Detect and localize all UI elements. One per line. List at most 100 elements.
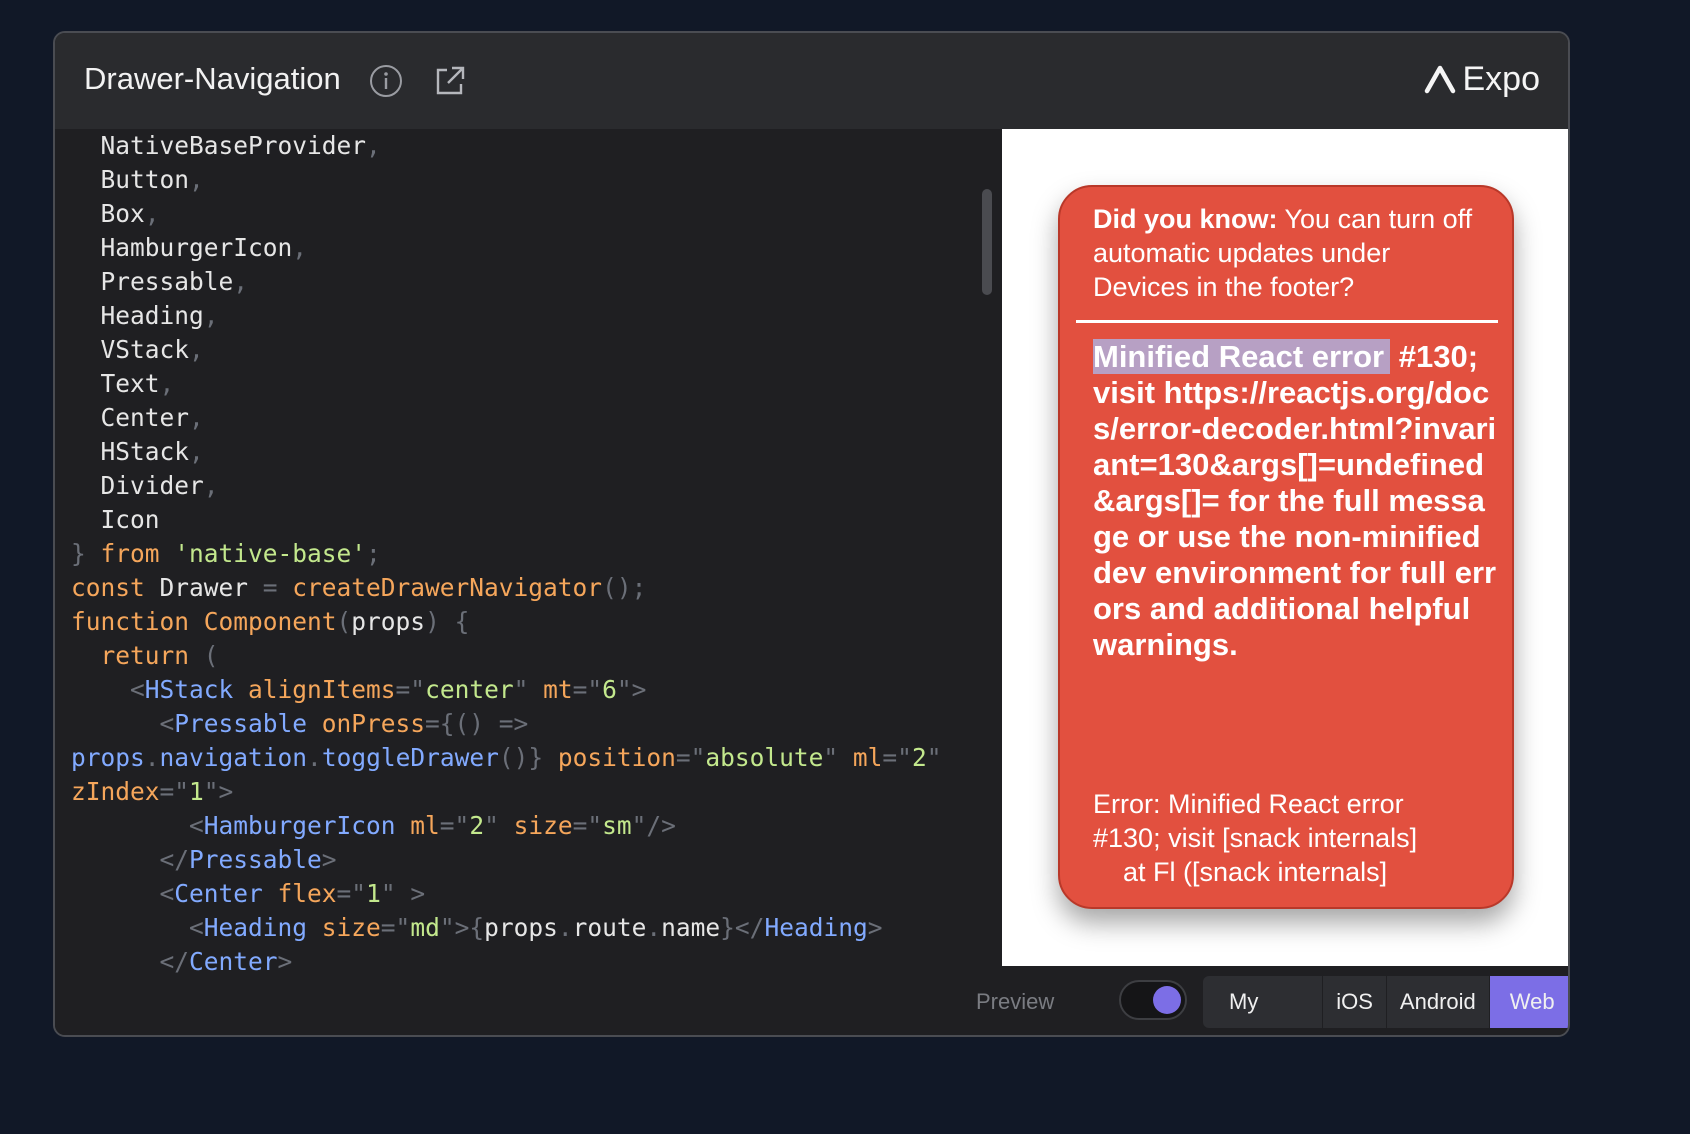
error-message: Minified React error #130; visit https:/… (1093, 339, 1498, 663)
code-token: Center (174, 879, 278, 908)
code-token: HStack (71, 437, 190, 466)
code-token: flex (277, 879, 337, 908)
code-token: HamburgerIcon (71, 233, 293, 262)
code-line[interactable]: Center, (71, 401, 941, 435)
preview-toggle[interactable] (1119, 980, 1187, 1020)
code-line[interactable]: HamburgerIcon, (71, 231, 941, 265)
code-line[interactable]: props.navigation.toggleDrawer()} positio… (71, 741, 941, 775)
code-token: createDrawerNavigator (292, 573, 603, 602)
code-line[interactable]: <HamburgerIcon ml="2" size="sm"/> (71, 809, 941, 843)
code-line[interactable]: Text, (71, 367, 941, 401)
code-token: =" (395, 675, 426, 704)
code-line[interactable]: function Component(props) { (71, 605, 941, 639)
code-line[interactable]: </Pressable> (71, 843, 941, 877)
code-line[interactable]: } from 'native-base'; (71, 537, 941, 571)
code-token: > (277, 947, 293, 976)
code-token: , (189, 437, 204, 466)
code-token: Pressable (189, 845, 322, 874)
code-token: 6 (602, 675, 617, 704)
platform-web[interactable]: Web (1489, 976, 1568, 1028)
code-token: < (71, 811, 204, 840)
code-token: name (661, 913, 721, 942)
code-token: absolute (705, 743, 824, 772)
code-line[interactable]: zIndex="1"> (71, 775, 941, 809)
code-line[interactable]: Box, (71, 197, 941, 231)
code-line[interactable]: const Drawer = createDrawerNavigator(); (71, 571, 941, 605)
code-token: " (513, 675, 544, 704)
code-token: HamburgerIcon (203, 811, 411, 840)
open-external-icon[interactable] (432, 63, 468, 99)
code-token: NativeBaseProvider (71, 131, 367, 160)
code-line[interactable]: Button, (71, 163, 941, 197)
code-token: const (71, 573, 160, 602)
code-token: Heading (71, 301, 204, 330)
expo-brand-text: Expo (1462, 59, 1541, 98)
preview-label: Preview (976, 989, 1055, 1014)
code-line[interactable]: <Heading size="md">{props.route.name}</H… (71, 911, 941, 945)
code-token: Heading (203, 913, 322, 942)
code-token: , (366, 131, 381, 160)
code-token: " (484, 811, 514, 840)
code-token: , (203, 471, 219, 500)
code-token: " (926, 743, 942, 772)
code-token: ml (410, 811, 440, 840)
code-token: ">{ (439, 913, 485, 942)
code-token: Center (71, 403, 190, 432)
code-line[interactable]: HStack, (71, 435, 941, 469)
code-token: =" (572, 675, 603, 704)
info-icon[interactable] (368, 63, 404, 99)
code-line[interactable]: NativeBaseProvider, (71, 129, 941, 163)
code-line[interactable]: </Center> (71, 945, 941, 979)
code-token: 2 (469, 811, 485, 840)
preview-pane: Did you know: You can turn off automatic… (1002, 129, 1568, 966)
expo-logo[interactable]: Expo (1423, 57, 1541, 101)
code-token: , (159, 369, 175, 398)
code-token: . (646, 913, 662, 942)
editor-scrollbar[interactable] (982, 189, 992, 295)
code-line[interactable]: VStack, (71, 333, 941, 367)
code-token: mt (543, 675, 573, 704)
snack-embed: Drawer-Navigation Expo NativeBaseProvide… (53, 31, 1570, 1037)
code-line[interactable]: <HStack alignItems="center" mt="6"> (71, 673, 941, 707)
code-line[interactable]: Divider, (71, 469, 941, 503)
toggle-knob (1153, 986, 1181, 1014)
tip-divider (1076, 320, 1498, 323)
code-token: =" (675, 743, 706, 772)
code-token: , (189, 165, 204, 194)
platform-ios[interactable]: iOS (1323, 976, 1387, 1028)
code-token: zIndex (71, 777, 160, 806)
code-token: }</ (720, 913, 765, 942)
platform-my-device[interactable]: My Device (1203, 976, 1324, 1028)
code-token: alignItems (248, 675, 396, 704)
code-token: 'native-base' (174, 539, 367, 568)
code-token: "/> (631, 811, 676, 840)
code-token: props (71, 743, 145, 772)
error-stack: Error: Minified React error #130; visit [… (1093, 787, 1498, 889)
code-line[interactable]: <Pressable onPress={() => (71, 707, 941, 741)
project-title: Drawer-Navigation (84, 61, 341, 96)
code-token: , (203, 301, 219, 330)
tip-bold: Did you know: (1093, 204, 1278, 234)
code-editor[interactable]: NativeBaseProvider, Button, Box, Hamburg… (55, 129, 1001, 1035)
code-line[interactable]: <Center flex="1" > (71, 877, 941, 911)
code-token: > (321, 845, 337, 874)
code-token: function (71, 607, 204, 636)
code-token: . (307, 743, 322, 772)
error-highlight: Minified React error (1093, 339, 1391, 374)
code-lines[interactable]: NativeBaseProvider, Button, Box, Hamburg… (71, 129, 941, 979)
code-line[interactable]: Heading, (71, 299, 941, 333)
code-line[interactable]: return ( (71, 639, 941, 673)
code-token: " (823, 743, 853, 772)
code-token: md (410, 913, 440, 942)
code-token: ( (336, 607, 352, 636)
code-token: HStack (144, 675, 249, 704)
code-line[interactable]: Icon (71, 503, 941, 537)
code-token: Heading (764, 913, 868, 942)
code-line[interactable]: Pressable, (71, 265, 941, 299)
code-token: from (85, 539, 175, 568)
code-token: ml (852, 743, 883, 772)
platform-android[interactable]: Android (1387, 976, 1490, 1028)
header: Drawer-Navigation Expo (55, 33, 1568, 129)
code-token: , (189, 403, 204, 432)
code-token: Text (71, 369, 160, 398)
